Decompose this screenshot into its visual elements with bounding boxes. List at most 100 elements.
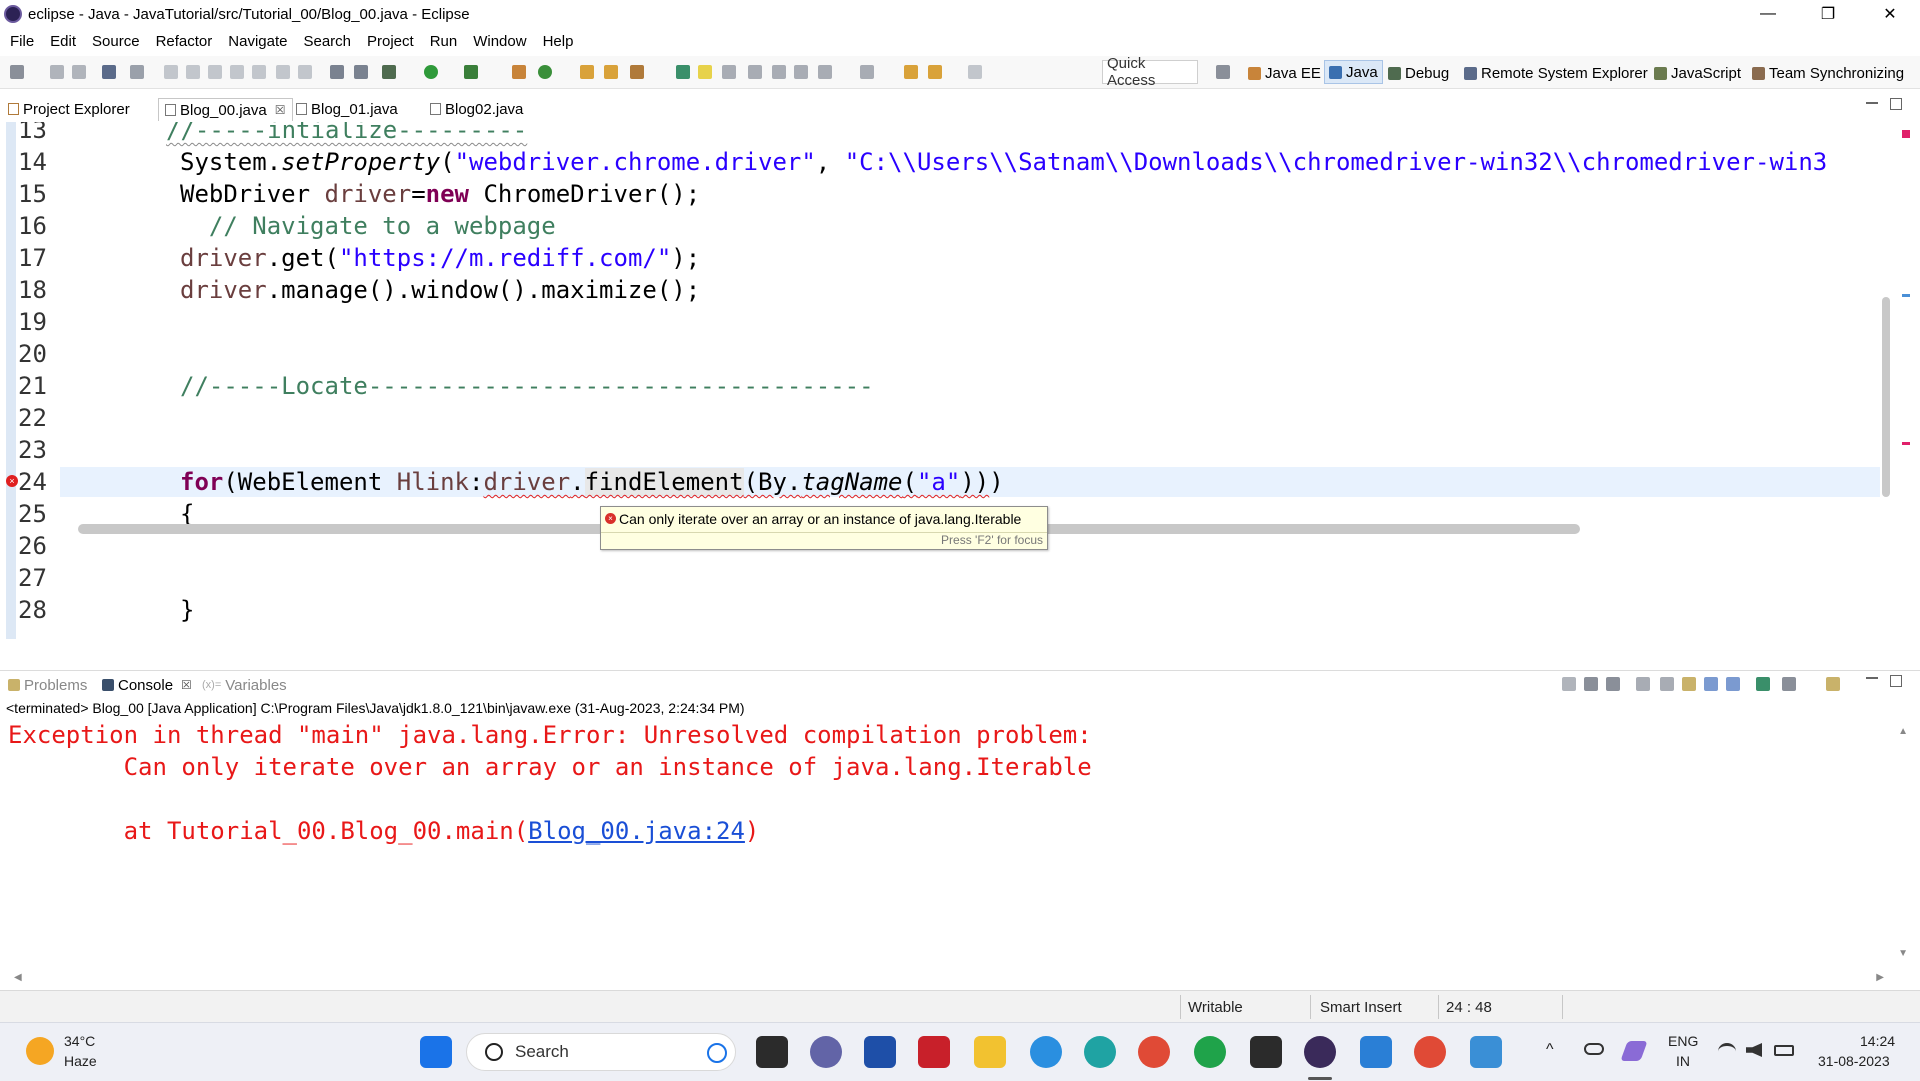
task-view-icon[interactable] (756, 1036, 788, 1068)
code-editor[interactable]: × 13 14 15 16 17 18 19 20 21 22 23 24 25… (0, 122, 1920, 639)
teams-chat-icon[interactable] (810, 1036, 842, 1068)
clear-console-icon[interactable] (1636, 677, 1650, 691)
mcafee-icon[interactable] (918, 1036, 950, 1068)
console-view-icon[interactable] (102, 65, 116, 79)
console-scroll-down-icon[interactable]: ▼ (1898, 948, 1908, 959)
clock-date[interactable]: 31-08-2023 (1818, 1053, 1890, 1069)
open-console-icon[interactable] (1826, 677, 1840, 691)
copilot-icon[interactable] (1030, 1036, 1062, 1068)
menu-edit[interactable]: Edit (42, 33, 84, 50)
back-history-icon[interactable] (928, 65, 942, 79)
taskbar-search[interactable]: Search (466, 1033, 736, 1071)
editor-vertical-scrollbar[interactable] (1882, 122, 1890, 639)
menu-source[interactable]: Source (84, 33, 148, 50)
close-tab-icon[interactable]: ☒ (275, 103, 286, 117)
debug-icon[interactable] (382, 65, 396, 79)
paint-icon[interactable] (1470, 1036, 1502, 1068)
menu-window[interactable]: Window (465, 33, 534, 50)
perspective-javascript[interactable]: JavaScript (1654, 63, 1741, 83)
menu-project[interactable]: Project (359, 33, 422, 50)
save-icon[interactable] (50, 65, 64, 79)
start-menu-icon[interactable] (420, 1036, 452, 1068)
clock-time[interactable]: 14:24 (1860, 1033, 1895, 1049)
eclipse-taskbar-icon[interactable] (1304, 1036, 1336, 1068)
perspective-remote-system-explorer[interactable]: Remote System Explorer (1464, 63, 1648, 83)
editor-scroll-thumb[interactable] (1882, 297, 1890, 497)
menu-navigate[interactable]: Navigate (220, 33, 295, 50)
notepad-icon[interactable] (1360, 1036, 1392, 1068)
pin-console-icon[interactable] (1756, 677, 1770, 691)
quick-access-input[interactable]: Quick Access (1102, 55, 1198, 89)
show-on-stdout-icon[interactable] (1704, 677, 1718, 691)
minimize-button[interactable]: — (1740, 0, 1796, 28)
drop-to-frame-icon[interactable] (330, 65, 344, 79)
weather-temperature[interactable]: 34°C (64, 1033, 95, 1049)
error-summary-icon[interactable] (1902, 130, 1910, 138)
restore-button[interactable]: ❐ (1800, 0, 1856, 28)
last-edit-location-icon[interactable] (818, 65, 832, 79)
open-type-icon[interactable] (580, 65, 594, 79)
terminate-icon[interactable] (208, 65, 222, 79)
search-tool-icon[interactable] (630, 65, 644, 79)
microsoft-store-icon[interactable] (864, 1036, 896, 1068)
error-tooltip[interactable]: × Can only iterate over an array or an i… (600, 506, 1048, 550)
disconnect-icon[interactable] (230, 65, 244, 79)
file-explorer-icon[interactable] (974, 1036, 1006, 1068)
terminal-icon[interactable] (1250, 1036, 1282, 1068)
show-whitespace-icon[interactable] (722, 65, 736, 79)
pen-icon[interactable] (1620, 1041, 1648, 1061)
menu-refactor[interactable]: Refactor (148, 33, 221, 50)
close-tab-icon[interactable]: ☒ (181, 678, 192, 692)
console-horizontal-scrollbar[interactable]: ◀ ▶ (14, 972, 1884, 984)
save-all-icon[interactable] (72, 65, 86, 79)
toggle-highlight-icon[interactable] (698, 65, 712, 79)
menu-run[interactable]: Run (422, 33, 466, 50)
tab-blog-01[interactable]: Blog_01.java (296, 98, 398, 120)
edge-icon[interactable] (1084, 1036, 1116, 1068)
new-icon[interactable] (10, 65, 24, 79)
open-task-icon[interactable] (604, 65, 618, 79)
terminate-console-icon[interactable] (1562, 677, 1576, 691)
scroll-left-icon[interactable]: ◀ (14, 972, 22, 983)
perspective-debug[interactable]: Debug (1388, 63, 1449, 83)
menu-file[interactable]: File (0, 33, 42, 50)
run-icon[interactable] (424, 65, 438, 79)
toggle-mark-occurrences-icon[interactable] (676, 65, 690, 79)
scroll-right-icon[interactable]: ▶ (1876, 972, 1884, 983)
stack-trace-link[interactable]: Blog_00.java:24 (528, 817, 745, 845)
remove-all-launches-icon[interactable] (1606, 677, 1620, 691)
new-java-project-icon[interactable] (512, 65, 526, 79)
error-icon[interactable]: × (6, 475, 18, 487)
tab-console[interactable]: Console ☒ (102, 675, 192, 695)
word-wrap-icon[interactable] (1682, 677, 1696, 691)
step-return-icon[interactable] (298, 65, 312, 79)
tab-blog-00[interactable]: Blog_00.java ☒ (158, 98, 293, 121)
step-over-icon[interactable] (276, 65, 290, 79)
overview-ruler[interactable] (1900, 122, 1912, 639)
chrome-icon[interactable] (1138, 1036, 1170, 1068)
back-icon[interactable] (904, 65, 918, 79)
tab-problems[interactable]: Problems (8, 675, 87, 695)
suspend-icon[interactable] (186, 65, 200, 79)
maximize-editor-icon[interactable] (1890, 98, 1902, 110)
use-step-filters-icon[interactable] (354, 65, 368, 79)
run-external-icon[interactable] (464, 65, 478, 79)
maximize-panel-icon[interactable] (1890, 675, 1902, 687)
language-code[interactable]: ENG (1668, 1033, 1698, 1049)
perspective-java-ee[interactable]: Java EE (1248, 63, 1321, 83)
close-window-button[interactable]: ✕ (1862, 0, 1918, 28)
step-into-icon[interactable] (252, 65, 266, 79)
perspective-java[interactable]: Java (1324, 60, 1383, 84)
show-hidden-icons[interactable]: ^ (1546, 1041, 1554, 1059)
scroll-lock-icon[interactable] (1660, 677, 1674, 691)
volume-icon[interactable] (1746, 1043, 1762, 1057)
weather-condition[interactable]: Haze (64, 1053, 97, 1069)
tab-variables[interactable]: (x)= Variables (202, 675, 287, 695)
new-class-icon[interactable] (538, 65, 552, 79)
wifi-icon[interactable] (1718, 1043, 1736, 1060)
remove-launch-icon[interactable] (1584, 677, 1598, 691)
error-mark[interactable] (1902, 442, 1910, 445)
forward-icon[interactable] (968, 65, 982, 79)
chrome-profile-icon[interactable] (1414, 1036, 1446, 1068)
menu-help[interactable]: Help (535, 33, 582, 50)
